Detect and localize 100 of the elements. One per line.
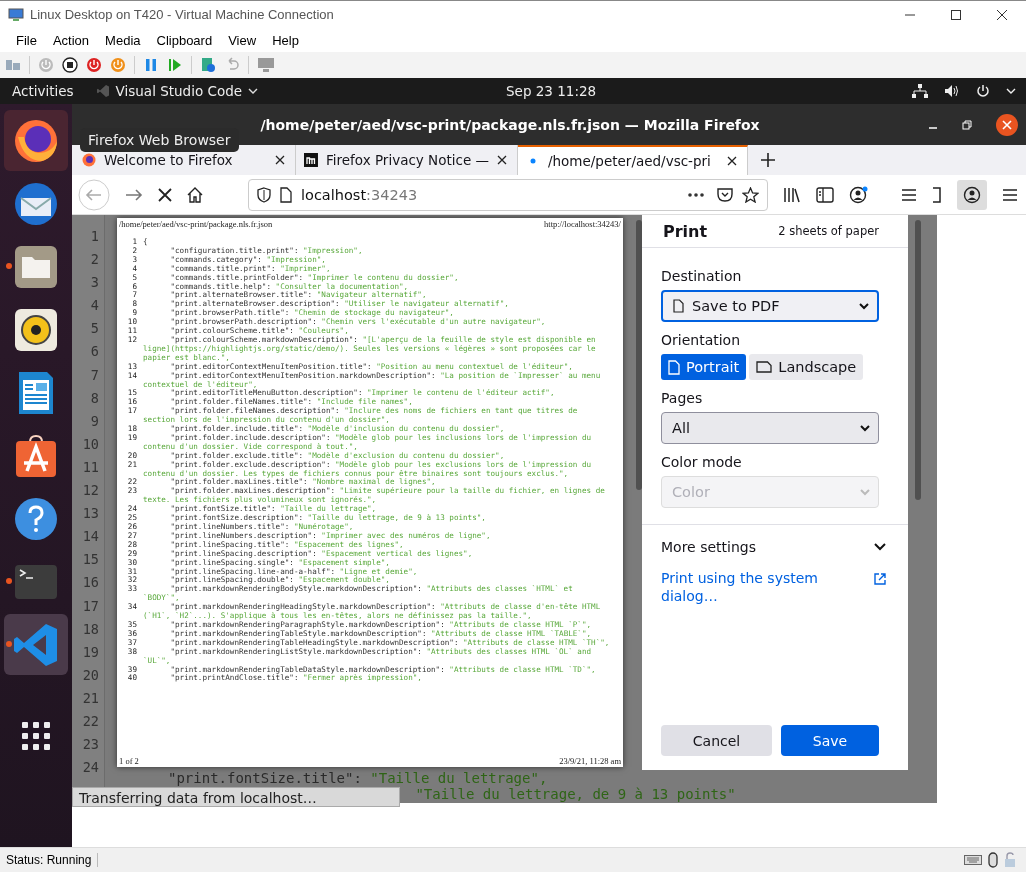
caret-icon xyxy=(860,424,870,432)
line-number: 2 xyxy=(90,250,99,270)
checkpoint-icon[interactable] xyxy=(200,57,216,73)
window-title: Linux Desktop on T420 - Virtual Machine Connection xyxy=(30,7,335,22)
activities-button[interactable]: Activities xyxy=(0,83,86,99)
close-icon[interactable] xyxy=(727,156,737,166)
menu-icon[interactable] xyxy=(1002,187,1018,202)
page-header: /home/peter/aed/vsc-print/package.nls.fr.json xyxy=(119,219,273,229)
code-editor-icon xyxy=(95,84,110,98)
menu-item[interactable]: Clipboard xyxy=(148,32,221,48)
monitor-icon xyxy=(8,7,24,22)
caret-icon xyxy=(859,302,869,310)
close-icon[interactable] xyxy=(996,8,1008,21)
firefox-icon xyxy=(82,153,96,167)
pocket-icon[interactable] xyxy=(717,187,733,202)
pause-icon[interactable] xyxy=(143,57,159,73)
code-editor-icon[interactable] xyxy=(13,621,59,668)
shield-icon[interactable] xyxy=(257,186,271,203)
forward-icon[interactable] xyxy=(125,187,143,202)
line-number: 21 xyxy=(82,688,99,708)
folder-icon[interactable] xyxy=(13,243,59,290)
page-footer: 23/9/21, 11:28 am xyxy=(559,756,621,766)
orientation-toggle[interactable]: Landscape xyxy=(749,354,864,380)
app-menu[interactable]: Visual Studio Code xyxy=(85,83,269,99)
bracket-icon[interactable] xyxy=(932,186,942,203)
play-icon[interactable] xyxy=(167,57,183,73)
terminal-icon[interactable] xyxy=(13,562,59,601)
network-icon[interactable] xyxy=(912,84,928,98)
sidebar-icon[interactable] xyxy=(816,186,834,203)
save-button[interactable]: Save xyxy=(781,725,879,756)
line-number: 23 xyxy=(82,735,99,755)
volume-icon[interactable] xyxy=(944,84,960,98)
scrollbar-thumb[interactable] xyxy=(636,220,642,490)
sheet-count: 2 sheets of paper xyxy=(778,224,879,238)
address-bar[interactable]: localhost:34243 xyxy=(248,178,768,211)
menu-item[interactable]: File xyxy=(8,32,45,48)
orientation-toggle[interactable]: Portrait xyxy=(661,354,747,380)
account-icon[interactable] xyxy=(849,185,869,204)
line-number: 18 xyxy=(82,619,99,639)
page-footer: 1 of 2 xyxy=(119,756,139,766)
dialog-title: Print xyxy=(663,221,708,241)
page-icon xyxy=(673,299,684,313)
line-number: 14 xyxy=(82,527,99,547)
new-tab-icon[interactable] xyxy=(761,153,775,167)
line-number: 16 xyxy=(82,573,99,593)
more-settings-toggle[interactable]: More settings xyxy=(661,539,886,555)
code-line: "Taille du lettrage, de 9 à 13 points" xyxy=(414,786,736,802)
maximize-icon[interactable] xyxy=(950,8,962,21)
line-number: 17 xyxy=(82,596,99,616)
library-icon[interactable] xyxy=(783,186,801,203)
system-dialog-link[interactable]: Print using the system dialog… xyxy=(661,569,831,605)
line-number: 13 xyxy=(82,504,99,524)
shopping-bag-icon[interactable] xyxy=(13,432,59,479)
speaker-icon[interactable] xyxy=(13,306,59,353)
power-icon[interactable] xyxy=(976,84,990,98)
destination-select[interactable]: Save to PDF xyxy=(661,290,879,322)
menu-item[interactable]: Help xyxy=(264,32,307,48)
line-number: 9 xyxy=(90,411,99,431)
close-icon[interactable] xyxy=(275,155,285,165)
caret-icon[interactable] xyxy=(1006,86,1016,96)
caret-icon xyxy=(248,86,259,96)
chevron-icon xyxy=(874,543,886,551)
portrait-page-icon xyxy=(668,359,680,375)
more-icon[interactable] xyxy=(688,192,704,197)
line-number: 22 xyxy=(82,711,99,731)
enhanced-session-icon[interactable] xyxy=(257,57,275,73)
line-number: 1 xyxy=(90,227,99,246)
line-number: 15 xyxy=(82,550,99,570)
external-link-icon[interactable] xyxy=(874,573,886,585)
cancel-button[interactable]: Cancel xyxy=(661,725,772,756)
line-number: 8 xyxy=(90,388,99,408)
line-number: 10 xyxy=(82,434,99,454)
line-number: 12 xyxy=(82,481,99,501)
close-icon[interactable] xyxy=(996,113,1018,136)
star-icon[interactable] xyxy=(742,186,759,203)
line-number: 7 xyxy=(90,365,99,385)
stop-icon[interactable] xyxy=(158,187,172,202)
page-icon xyxy=(280,186,292,203)
pages-select[interactable]: All xyxy=(661,412,879,444)
restore-icon[interactable] xyxy=(962,119,972,130)
letter-m-icon xyxy=(304,153,318,167)
home-icon[interactable] xyxy=(187,186,203,203)
scrollbar-thumb[interactable] xyxy=(915,220,921,500)
lock-icon xyxy=(1004,852,1016,868)
menu-item[interactable]: Action xyxy=(44,32,98,48)
menu-item[interactable]: Media xyxy=(97,32,149,48)
menu-item[interactable]: View xyxy=(220,32,265,48)
caret-icon xyxy=(860,488,870,496)
account-icon[interactable] xyxy=(963,185,981,204)
menu-icon[interactable] xyxy=(901,187,917,202)
keyboard-icon xyxy=(964,855,982,865)
help-icon[interactable] xyxy=(13,495,59,542)
status-message: Transferring data from localhost… xyxy=(72,787,400,807)
code-line: "print.fontSize.title": "Taille du lettrage", xyxy=(168,770,548,786)
browser-tab[interactable]: /home/peter/aed/vsc-pri xyxy=(518,145,748,175)
section-label: Destination xyxy=(661,268,743,284)
app-grid-icon[interactable] xyxy=(22,721,50,750)
clock[interactable]: Sep 23 11:28 xyxy=(506,83,597,99)
stop-icon[interactable] xyxy=(62,57,78,73)
close-icon[interactable] xyxy=(497,155,507,165)
